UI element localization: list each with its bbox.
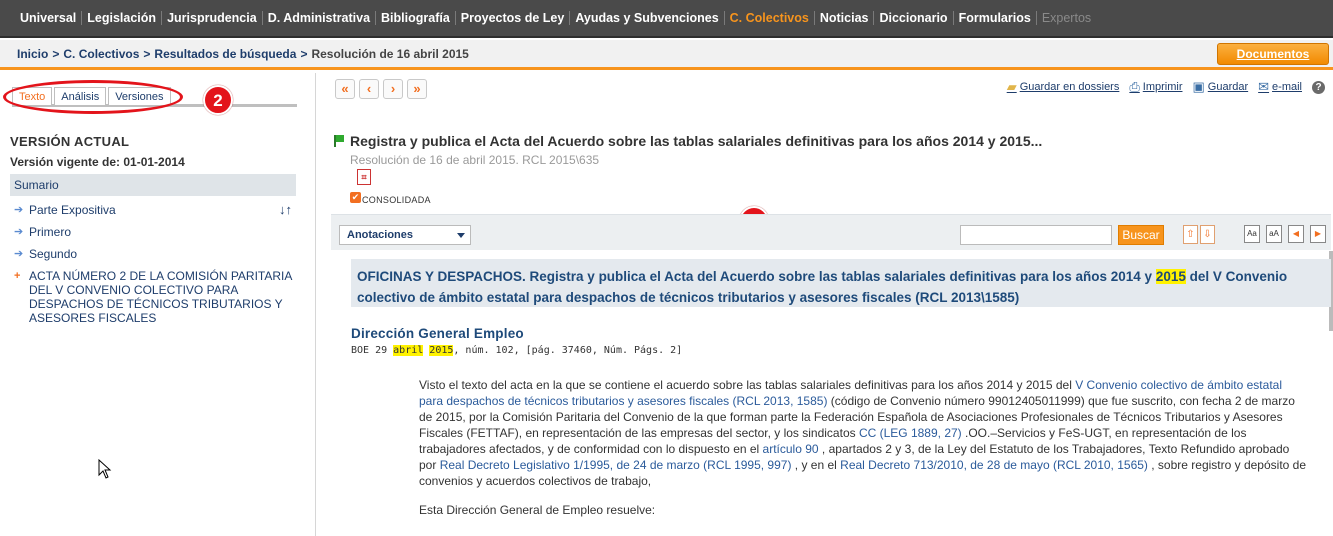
breadcrumb-results[interactable]: Resultados de búsqueda <box>154 47 296 61</box>
toc-item-label: Parte Expositiva <box>29 203 116 217</box>
link-articulo-90[interactable]: artículo 90 <box>763 442 819 456</box>
email-link[interactable]: ✉ e-mail <box>1258 79 1302 95</box>
document-body-paragraph: Visto el texto del acta en la que se con… <box>419 378 1307 488</box>
link-rd-713-2010[interactable]: Real Decreto 713/2010, de 28 de mayo (RC… <box>840 458 1148 472</box>
document-area: « ‹ › » ▰ Guardar en dossiers ⎙ Imprimir… <box>317 73 1333 536</box>
document-toolbar: Anotaciones Buscar ⇧ ⇩ Aa aA ◀ ▶ <box>331 214 1331 250</box>
sort-icon[interactable]: ↓↑ <box>279 203 292 217</box>
checkmark-icon: ✔ <box>350 191 361 203</box>
nav-noticias[interactable]: Noticias <box>815 11 875 25</box>
first-page-button[interactable]: « <box>335 79 355 99</box>
toc-item-label: Primero <box>29 225 72 239</box>
consolidada-badge: ✔ CONSOLIDADA <box>350 191 431 205</box>
documentos-button[interactable]: Documentos <box>1217 43 1329 65</box>
toc-item-label: ACTA NÚMERO 2 DE LA COMISIÓN PARITARIA D… <box>29 269 292 325</box>
link-cc[interactable]: CC (LEG 1889, 27) <box>859 426 962 440</box>
document-heading: OFICINAS Y DESPACHOS. Registra y publica… <box>351 259 1331 307</box>
document-subtitle: Resolución de 16 de abril 2015. RCL 2015… <box>350 153 600 167</box>
nav-jurisprudencia[interactable]: Jurisprudencia <box>162 11 263 25</box>
guardar-link[interactable]: ▣ Guardar <box>1192 79 1248 95</box>
previous-match-button[interactable]: ⇧ <box>1183 225 1198 244</box>
font-larger-icon[interactable]: aA <box>1266 225 1282 243</box>
expand-panel-icon[interactable]: ▶ <box>1310 225 1326 243</box>
pager: « ‹ › » <box>335 79 431 99</box>
nav-d-administrativa[interactable]: D. Administrativa <box>263 11 377 25</box>
nav-proyectos-de-ley[interactable]: Proyectos de Ley <box>456 11 571 25</box>
chevron-down-icon <box>457 233 465 238</box>
link-rdl-1-1995[interactable]: Real Decreto Legislativo 1/1995, de 24 d… <box>440 458 792 472</box>
version-title: VERSIÓN ACTUAL <box>10 134 130 149</box>
save-icon: ▣ <box>1192 79 1205 94</box>
nav-ayudas-subvenciones[interactable]: Ayudas y Subvenciones <box>570 11 725 25</box>
arrow-right-icon: ➔ <box>14 204 24 216</box>
nav-diccionario[interactable]: Diccionario <box>874 11 954 25</box>
next-page-button[interactable]: › <box>383 79 403 99</box>
nav-c-colectivos[interactable]: C. Colectivos <box>725 11 815 25</box>
nav-legislacion[interactable]: Legislación <box>82 11 163 25</box>
nav-expertos: Expertos <box>1041 11 1092 25</box>
last-page-button[interactable]: » <box>407 79 427 99</box>
breadcrumb: Inicio > C. Colectivos > Resultados de b… <box>0 40 1333 70</box>
anotaciones-dropdown[interactable]: Anotaciones <box>339 225 471 245</box>
printer-icon: ⎙ <box>1129 79 1140 94</box>
breadcrumb-current: Resolución de 16 abril 2015 <box>311 46 469 61</box>
toc-item-segundo[interactable]: ➔ Segundo <box>14 247 296 261</box>
annotation-oval <box>3 80 183 114</box>
search-highlight: 2015 <box>429 345 454 356</box>
breadcrumb-separator: > <box>300 46 308 61</box>
boe-reference: BOE 29 abril 2015, núm. 102, [pág. 37460… <box>351 345 683 356</box>
green-flag-icon <box>334 135 344 147</box>
annotation-badge-2: 2 <box>203 85 233 115</box>
document-title: Registra y publica el Acta del Acuerdo s… <box>334 133 1042 149</box>
issuer-title: Dirección General Empleo <box>351 326 524 341</box>
search-highlight: 2015 <box>1155 269 1186 284</box>
version-date: Versión vigente de: 01-01-2014 <box>10 155 185 169</box>
search-input[interactable] <box>960 225 1112 245</box>
help-icon[interactable]: ? <box>1312 80 1325 94</box>
toc-item-primero[interactable]: ➔ Primero <box>14 225 296 239</box>
breadcrumb-home[interactable]: Inicio <box>17 47 48 61</box>
toc-item-label: Segundo <box>29 247 78 261</box>
collapse-panel-icon[interactable]: ◀ <box>1288 225 1304 243</box>
breadcrumb-separator: > <box>52 46 60 61</box>
font-smaller-icon[interactable]: Aa <box>1244 225 1260 243</box>
search-highlight: abril <box>393 345 424 356</box>
toc-item-acta[interactable]: + ACTA NÚMERO 2 DE LA COMISIÓN PARITARIA… <box>14 269 296 325</box>
plus-icon: + <box>14 270 21 282</box>
pdf-icon[interactable]: ⌗ <box>357 169 371 185</box>
envelope-icon: ✉ <box>1258 79 1270 94</box>
next-match-button[interactable]: ⇩ <box>1200 225 1215 244</box>
arrow-right-icon: ➔ <box>14 248 24 260</box>
nav-bibliografia[interactable]: Bibliografía <box>376 11 456 25</box>
toc-item-parte-expositiva[interactable]: ➔ Parte Expositiva ↓↑ <box>14 203 296 218</box>
resuelve-paragraph: Esta Dirección General de Empleo resuelv… <box>419 503 656 517</box>
breadcrumb-section[interactable]: C. Colectivos <box>63 47 139 61</box>
nav-universal[interactable]: Universal <box>15 11 83 25</box>
prev-page-button[interactable]: ‹ <box>359 79 379 99</box>
top-navigation: Universal Legislación Jurisprudencia D. … <box>0 0 1333 38</box>
table-of-contents: ➔ Parte Expositiva ↓↑ ➔ Primero ➔ Segund… <box>14 203 296 333</box>
guardar-dossiers-link[interactable]: ▰ Guardar en dossiers <box>1007 79 1120 95</box>
imprimir-link[interactable]: ⎙ Imprimir <box>1129 79 1182 95</box>
nav-formularios[interactable]: Formularios <box>954 11 1037 25</box>
mouse-cursor-icon <box>98 459 112 479</box>
arrow-right-icon: ➔ <box>14 226 24 238</box>
left-panel: Texto Análisis Versiones 2 VERSIÓN ACTUA… <box>0 73 316 536</box>
document-actions: ▰ Guardar en dossiers ⎙ Imprimir ▣ Guard… <box>997 79 1325 95</box>
breadcrumb-separator: > <box>143 46 151 61</box>
folder-icon: ▰ <box>1006 79 1017 94</box>
sumario-header[interactable]: Sumario <box>10 174 296 196</box>
buscar-button[interactable]: Buscar <box>1118 225 1164 245</box>
